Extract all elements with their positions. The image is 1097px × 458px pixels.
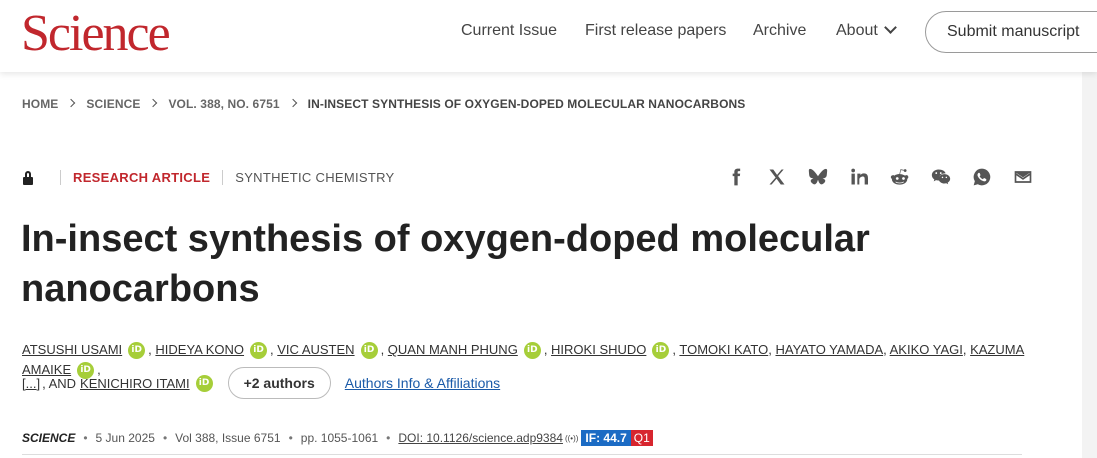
author-link[interactable]: HAYATO YAMADA: [775, 342, 883, 357]
article-subject[interactable]: SYNTHETIC CHEMISTRY: [235, 170, 394, 185]
citation-line: SCIENCE • 5 Jun 2025 • Vol 388, Issue 67…: [22, 430, 653, 446]
divider: [60, 170, 61, 185]
comma-separator: ,: [962, 342, 971, 357]
journal-name: SCIENCE: [22, 431, 76, 445]
comma-separator: ,: [380, 342, 388, 357]
chevron-right-icon: [149, 98, 158, 108]
pages: pp. 1055-1061: [300, 431, 379, 445]
nav-about[interactable]: About: [836, 21, 897, 40]
impact-factor-badge: IF: 44.7: [581, 430, 631, 446]
email-icon[interactable]: [1012, 166, 1034, 188]
orcid-icon[interactable]: iD: [652, 342, 670, 360]
author-link[interactable]: AKIKO YAGI: [890, 342, 963, 357]
article-title: In-insect synthesis of oxygen-doped mole…: [21, 218, 870, 310]
orcid-icon[interactable]: iD: [250, 342, 268, 360]
author-link[interactable]: QUAN MANH PHUNG: [388, 342, 518, 357]
breadcrumb-science[interactable]: SCIENCE: [86, 97, 140, 111]
facebook-icon[interactable]: [725, 166, 747, 188]
author-ellipsis[interactable]: [...]: [22, 376, 40, 391]
authors-affiliations-link[interactable]: Authors Info & Affiliations: [345, 375, 500, 391]
x-icon[interactable]: [766, 166, 788, 188]
linkedin-icon[interactable]: [848, 166, 870, 188]
author-link[interactable]: HIROKI SHUDO: [551, 342, 646, 357]
article-type: RESEARCH ARTICLE: [73, 170, 211, 185]
nav-archive[interactable]: Archive: [753, 22, 806, 40]
wechat-icon[interactable]: [930, 166, 952, 188]
author-link[interactable]: KENICHIRO ITAMI: [80, 376, 190, 391]
breadcrumb-current: IN-INSECT SYNTHESIS OF OXYGEN-DOPED MOLE…: [307, 96, 746, 111]
whatsapp-icon[interactable]: [971, 166, 993, 188]
author-link[interactable]: TOMOKI KATO: [679, 342, 768, 357]
comma-separator: ,: [543, 342, 552, 357]
article-meta: RESEARCH ARTICLE SYNTHETIC CHEMISTRY: [22, 170, 395, 185]
breadcrumb: HOME SCIENCE VOL. 388, NO. 6751 IN-INSECT S…: [22, 96, 745, 111]
nav-current-issue[interactable]: Current Issue: [461, 22, 557, 40]
orcid-icon[interactable]: iD: [523, 342, 541, 360]
nav-about-label: About: [836, 22, 878, 39]
bluesky-icon[interactable]: [807, 166, 829, 188]
lock-icon: [22, 170, 34, 185]
author-link[interactable]: ATSUSHI USAMI: [22, 342, 122, 357]
breadcrumb-home[interactable]: HOME: [22, 97, 58, 111]
separator-dot: •: [386, 431, 391, 445]
more-authors-button[interactable]: +2 authors: [227, 367, 331, 399]
quartile-badge: Q1: [630, 430, 653, 446]
separator-dot: •: [83, 431, 88, 445]
orcid-icon[interactable]: iD: [128, 342, 146, 360]
separator-dot: •: [288, 431, 293, 445]
doi-link[interactable]: DOI: 10.1126/science.adp9384: [398, 431, 563, 445]
author-link[interactable]: VIC AUSTEN: [277, 342, 354, 357]
share-bar: [725, 166, 1053, 188]
nav-first-release-papers[interactable]: First release papers: [585, 22, 726, 40]
chevron-right-icon: [67, 98, 76, 108]
submit-manuscript-button[interactable]: Submit manuscript: [925, 11, 1097, 53]
orcid-icon[interactable]: iD: [195, 374, 213, 392]
divider: [22, 454, 1022, 455]
chevron-down-icon: [883, 21, 897, 34]
divider: [222, 170, 224, 185]
volume-issue[interactable]: Vol 388, Issue 6751: [175, 431, 280, 445]
broadcast-icon: ((•)): [564, 433, 579, 443]
and-text: , AND: [42, 375, 77, 391]
site-header: Science Current Issue First release pape…: [0, 0, 1097, 72]
breadcrumb-volume[interactable]: VOL. 388, NO. 6751: [168, 97, 279, 111]
chevron-right-icon: [288, 98, 297, 108]
orcid-icon[interactable]: iD: [360, 342, 378, 360]
author-link[interactable]: HIDEYA KONO: [155, 342, 244, 357]
separator-dot: •: [162, 431, 168, 445]
reddit-icon[interactable]: [889, 166, 911, 188]
publication-date: 5 Jun 2025: [95, 431, 155, 445]
science-logo[interactable]: Science: [21, 6, 171, 62]
author-list-continued: [...] , AND KENICHIRO ITAMI iD +2 author…: [22, 367, 500, 399]
scrollbar-track: [1082, 72, 1097, 458]
